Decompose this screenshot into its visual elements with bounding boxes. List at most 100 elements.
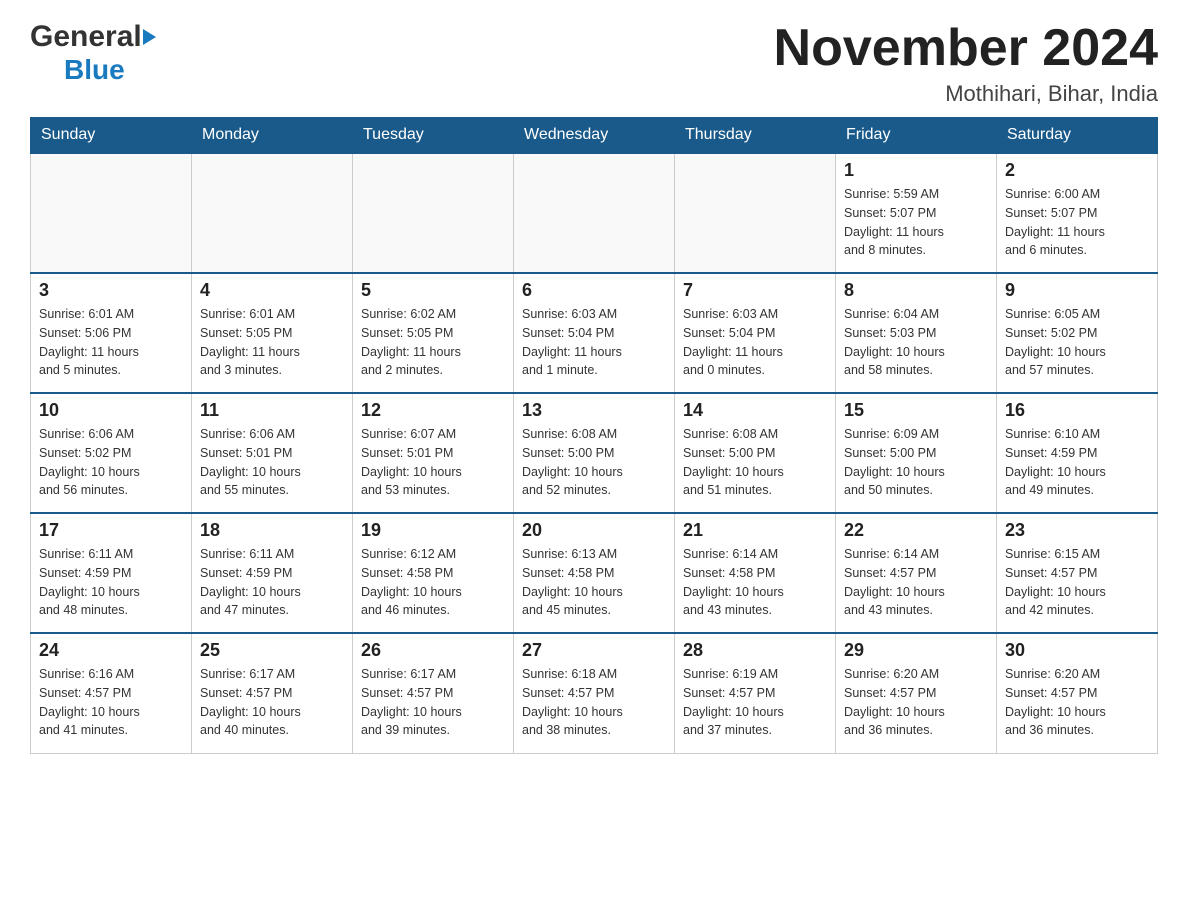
weekday-header-sunday: Sunday (31, 118, 192, 154)
day-number: 27 (522, 640, 666, 661)
day-number: 17 (39, 520, 183, 541)
day-number: 30 (1005, 640, 1149, 661)
calendar-cell: 9 Sunrise: 6:05 AM Sunset: 5:02 PM Daylig… (997, 273, 1158, 393)
day-number: 7 (683, 280, 827, 301)
calendar-cell: 4 Sunrise: 6:01 AM Sunset: 5:05 PM Daylig… (192, 273, 353, 393)
calendar-table: SundayMondayTuesdayWednesdayThursdayFrid… (30, 117, 1158, 754)
day-info: Sunrise: 6:11 AM Sunset: 4:59 PM Dayligh… (200, 545, 344, 620)
day-info: Sunrise: 6:08 AM Sunset: 5:00 PM Dayligh… (683, 425, 827, 500)
calendar-cell: 6 Sunrise: 6:03 AM Sunset: 5:04 PM Daylig… (514, 273, 675, 393)
day-number: 29 (844, 640, 988, 661)
logo-blue-text: Blue (64, 54, 125, 86)
calendar-cell: 18 Sunrise: 6:11 AM Sunset: 4:59 PM Dayli… (192, 513, 353, 633)
weekday-header-thursday: Thursday (675, 118, 836, 154)
day-number: 19 (361, 520, 505, 541)
day-info: Sunrise: 6:17 AM Sunset: 4:57 PM Dayligh… (361, 665, 505, 740)
calendar-cell: 5 Sunrise: 6:02 AM Sunset: 5:05 PM Daylig… (353, 273, 514, 393)
day-number: 13 (522, 400, 666, 421)
calendar-week-row: 10 Sunrise: 6:06 AM Sunset: 5:02 PM Dayli… (31, 393, 1158, 513)
weekday-header-wednesday: Wednesday (514, 118, 675, 154)
calendar-cell: 13 Sunrise: 6:08 AM Sunset: 5:00 PM Dayli… (514, 393, 675, 513)
day-number: 3 (39, 280, 183, 301)
day-info: Sunrise: 6:01 AM Sunset: 5:05 PM Dayligh… (200, 305, 344, 380)
location-title: Mothihari, Bihar, India (774, 81, 1158, 107)
weekday-header-row: SundayMondayTuesdayWednesdayThursdayFrid… (31, 118, 1158, 154)
weekday-header-tuesday: Tuesday (353, 118, 514, 154)
weekday-header-saturday: Saturday (997, 118, 1158, 154)
calendar-cell: 3 Sunrise: 6:01 AM Sunset: 5:06 PM Daylig… (31, 273, 192, 393)
day-info: Sunrise: 6:20 AM Sunset: 4:57 PM Dayligh… (1005, 665, 1149, 740)
day-number: 21 (683, 520, 827, 541)
day-info: Sunrise: 6:04 AM Sunset: 5:03 PM Dayligh… (844, 305, 988, 380)
day-info: Sunrise: 6:09 AM Sunset: 5:00 PM Dayligh… (844, 425, 988, 500)
day-info: Sunrise: 6:06 AM Sunset: 5:02 PM Dayligh… (39, 425, 183, 500)
day-number: 20 (522, 520, 666, 541)
day-info: Sunrise: 6:00 AM Sunset: 5:07 PM Dayligh… (1005, 185, 1149, 260)
calendar-cell: 30 Sunrise: 6:20 AM Sunset: 4:57 PM Dayli… (997, 633, 1158, 753)
calendar-cell: 27 Sunrise: 6:18 AM Sunset: 4:57 PM Dayli… (514, 633, 675, 753)
weekday-header-friday: Friday (836, 118, 997, 154)
calendar-cell: 11Sunrise: 6:06 AM Sunset: 5:01 PM Dayli… (192, 393, 353, 513)
day-info: Sunrise: 6:15 AM Sunset: 4:57 PM Dayligh… (1005, 545, 1149, 620)
day-info: Sunrise: 6:16 AM Sunset: 4:57 PM Dayligh… (39, 665, 183, 740)
day-number: 26 (361, 640, 505, 661)
day-number: 28 (683, 640, 827, 661)
day-info: Sunrise: 6:07 AM Sunset: 5:01 PM Dayligh… (361, 425, 505, 500)
calendar-cell: 23Sunrise: 6:15 AM Sunset: 4:57 PM Dayli… (997, 513, 1158, 633)
calendar-week-row: 3 Sunrise: 6:01 AM Sunset: 5:06 PM Daylig… (31, 273, 1158, 393)
day-number: 9 (1005, 280, 1149, 301)
day-info: Sunrise: 6:03 AM Sunset: 5:04 PM Dayligh… (522, 305, 666, 380)
calendar-cell: 26 Sunrise: 6:17 AM Sunset: 4:57 PM Dayli… (353, 633, 514, 753)
calendar-cell: 8Sunrise: 6:04 AM Sunset: 5:03 PM Daylig… (836, 273, 997, 393)
calendar-cell: 20 Sunrise: 6:13 AM Sunset: 4:58 PM Dayli… (514, 513, 675, 633)
month-title: November 2024 (774, 20, 1158, 77)
day-number: 24 (39, 640, 183, 661)
day-info: Sunrise: 6:18 AM Sunset: 4:57 PM Dayligh… (522, 665, 666, 740)
calendar-cell: 21Sunrise: 6:14 AM Sunset: 4:58 PM Dayli… (675, 513, 836, 633)
logo-arrow-icon (143, 29, 156, 45)
day-number: 22 (844, 520, 988, 541)
calendar-cell: 19Sunrise: 6:12 AM Sunset: 4:58 PM Dayli… (353, 513, 514, 633)
day-number: 10 (39, 400, 183, 421)
day-number: 11 (200, 400, 344, 421)
day-number: 6 (522, 280, 666, 301)
logo: General Blue (30, 20, 156, 86)
calendar-cell: 22 Sunrise: 6:14 AM Sunset: 4:57 PM Dayli… (836, 513, 997, 633)
day-info: Sunrise: 6:02 AM Sunset: 5:05 PM Dayligh… (361, 305, 505, 380)
day-number: 18 (200, 520, 344, 541)
calendar-cell: 29Sunrise: 6:20 AM Sunset: 4:57 PM Dayli… (836, 633, 997, 753)
page-header: General Blue November 2024 Mothihari, Bi… (30, 20, 1158, 107)
calendar-cell: 16Sunrise: 6:10 AM Sunset: 4:59 PM Dayli… (997, 393, 1158, 513)
day-info: Sunrise: 6:13 AM Sunset: 4:58 PM Dayligh… (522, 545, 666, 620)
calendar-cell: 1Sunrise: 5:59 AM Sunset: 5:07 PM Daylig… (836, 153, 997, 273)
calendar-cell (353, 153, 514, 273)
day-info: Sunrise: 6:11 AM Sunset: 4:59 PM Dayligh… (39, 545, 183, 620)
calendar-cell: 12 Sunrise: 6:07 AM Sunset: 5:01 PM Dayli… (353, 393, 514, 513)
day-info: Sunrise: 6:14 AM Sunset: 4:57 PM Dayligh… (844, 545, 988, 620)
calendar-week-row: 17 Sunrise: 6:11 AM Sunset: 4:59 PM Dayli… (31, 513, 1158, 633)
day-info: Sunrise: 5:59 AM Sunset: 5:07 PM Dayligh… (844, 185, 988, 260)
day-info: Sunrise: 6:17 AM Sunset: 4:57 PM Dayligh… (200, 665, 344, 740)
calendar-cell: 2 Sunrise: 6:00 AM Sunset: 5:07 PM Daylig… (997, 153, 1158, 273)
day-info: Sunrise: 6:05 AM Sunset: 5:02 PM Dayligh… (1005, 305, 1149, 380)
day-number: 4 (200, 280, 344, 301)
day-info: Sunrise: 6:03 AM Sunset: 5:04 PM Dayligh… (683, 305, 827, 380)
logo-general-text: General (30, 20, 142, 54)
day-number: 2 (1005, 160, 1149, 181)
day-info: Sunrise: 6:19 AM Sunset: 4:57 PM Dayligh… (683, 665, 827, 740)
calendar-cell (31, 153, 192, 273)
calendar-cell: 24 Sunrise: 6:16 AM Sunset: 4:57 PM Dayli… (31, 633, 192, 753)
day-number: 5 (361, 280, 505, 301)
day-info: Sunrise: 6:10 AM Sunset: 4:59 PM Dayligh… (1005, 425, 1149, 500)
weekday-header-monday: Monday (192, 118, 353, 154)
calendar-cell: 10 Sunrise: 6:06 AM Sunset: 5:02 PM Dayli… (31, 393, 192, 513)
day-number: 12 (361, 400, 505, 421)
calendar-week-row: 24 Sunrise: 6:16 AM Sunset: 4:57 PM Dayli… (31, 633, 1158, 753)
calendar-cell: 25Sunrise: 6:17 AM Sunset: 4:57 PM Dayli… (192, 633, 353, 753)
day-info: Sunrise: 6:01 AM Sunset: 5:06 PM Dayligh… (39, 305, 183, 380)
calendar-cell: 15Sunrise: 6:09 AM Sunset: 5:00 PM Dayli… (836, 393, 997, 513)
calendar-cell: 7 Sunrise: 6:03 AM Sunset: 5:04 PM Daylig… (675, 273, 836, 393)
calendar-cell: 17 Sunrise: 6:11 AM Sunset: 4:59 PM Dayli… (31, 513, 192, 633)
day-info: Sunrise: 6:08 AM Sunset: 5:00 PM Dayligh… (522, 425, 666, 500)
calendar-cell (675, 153, 836, 273)
